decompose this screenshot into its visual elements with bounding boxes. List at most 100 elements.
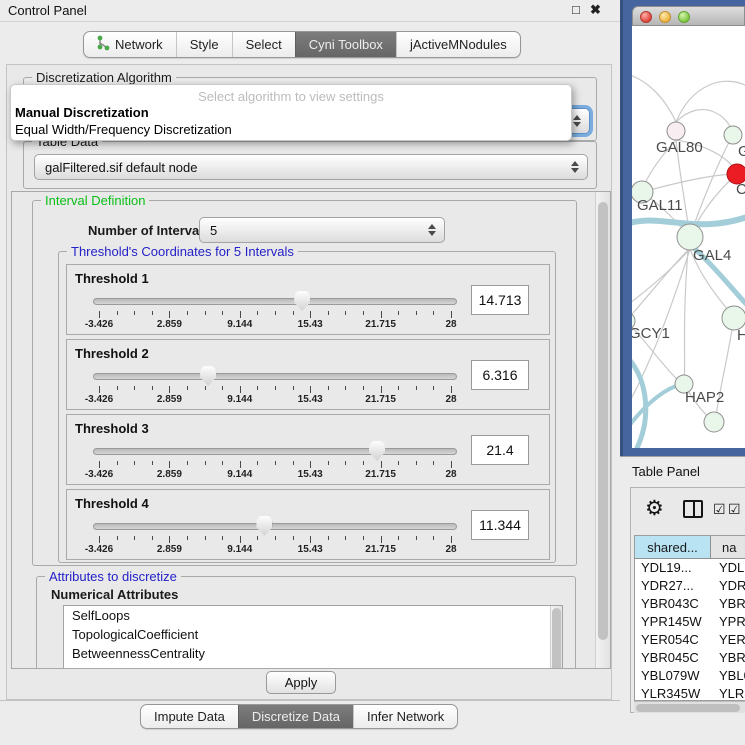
slider-tick [152,536,153,540]
tab-impute-data[interactable]: Impute Data [141,705,238,728]
cell-name: YPR1 [711,613,745,631]
network-node-label: HAP2 [685,389,724,406]
slider-tick [275,461,276,465]
threshold-panel: Threshold 2-3.4262.8599.14415.4321.71528… [66,339,550,410]
slider-tick [169,386,170,393]
column-header-shared-name[interactable]: shared... [635,536,711,559]
tab-network[interactable]: Network [84,32,176,57]
slider-tick [293,461,294,465]
slider-tick [134,536,135,540]
slider-tick [205,311,206,315]
network-edge [684,250,688,384]
slider-tick [433,311,434,315]
slider-tick [99,386,100,393]
threshold-slider-thumb[interactable] [200,366,216,386]
network-graph[interactable]: GAL80GACGAL11GAL4GCY1HHAP2 [632,26,745,448]
threshold-slider-thumb[interactable] [294,291,310,311]
threshold-slider-track[interactable] [93,298,457,305]
column-header-name[interactable]: na [711,536,745,559]
checked-checkbox-icon[interactable]: ☑ [728,501,741,518]
tab-jactivemnodules[interactable]: jActiveMNodules [396,32,520,57]
threshold-value-field[interactable]: 21.4 [471,435,529,465]
threshold-value-field[interactable]: 11.344 [471,510,529,540]
tab-discretize-data[interactable]: Discretize Data [238,705,353,728]
tab-select[interactable]: Select [232,32,295,57]
algorithm-option[interactable]: Manual Discretization [11,104,571,121]
table-row[interactable]: YBR045CYBR0 [635,649,745,667]
table-data-value: galFiltered.sif default node [45,160,197,175]
table-row[interactable]: YPR145WYPR1 [635,613,745,631]
slider-tick [275,311,276,315]
number-of-intervals-select[interactable]: 5 [199,217,445,243]
slider-tick [345,536,346,540]
threshold-slider-thumb[interactable] [256,516,272,536]
gear-icon[interactable]: ⚙ [645,496,664,521]
number-of-intervals-value: 5 [210,223,217,238]
slider-tick [398,386,399,390]
table-data-select[interactable]: galFiltered.sif default node [34,154,588,180]
table-row[interactable]: YBL079WYBL0 [635,667,745,685]
float-window-icon[interactable]: □ [572,2,580,17]
settings-scrollbar[interactable] [595,192,610,668]
threshold-slider-thumb[interactable] [369,441,385,461]
threshold-slider-track[interactable] [93,448,457,455]
network-canvas[interactable]: GAL80GACGAL11GAL4GCY1HHAP2 [632,26,745,448]
apply-button[interactable]: Apply [266,671,336,694]
network-node[interactable] [667,122,685,140]
table-row[interactable]: YDR27...YDR2 [635,577,745,595]
tab-cyni-toolbox[interactable]: Cyni Toolbox [295,32,396,57]
close-traffic-light-icon[interactable] [640,11,652,23]
threshold-slider-track[interactable] [93,373,457,380]
network-edge [632,386,676,430]
minimize-traffic-light-icon[interactable] [659,11,671,23]
network-node[interactable] [724,126,742,144]
network-edge [642,174,737,192]
cell-shared-name: YDL19... [635,559,711,577]
node-table[interactable]: shared... na YDL19...YDL1YDR27...YDR2YBR… [634,535,745,701]
attribute-list-item[interactable]: TopologicalCoefficient [64,625,562,644]
slider-tick-label: 28 [445,394,456,405]
attribute-list-item[interactable]: BetweennessCentrality [64,644,562,663]
table-row[interactable]: YDL19...YDL1 [635,559,745,577]
table-horizontal-scrollbar[interactable] [634,701,745,713]
network-node-label: GA [738,143,745,160]
slider-tick-label: -3.426 [85,394,113,405]
slider-tick [99,461,100,468]
threshold-value-field[interactable]: 14.713 [471,285,529,315]
tab-style[interactable]: Style [176,32,232,57]
table-panel-title: Table Panel [632,464,700,479]
close-window-icon[interactable]: ✖ [590,2,601,18]
algorithm-option[interactable]: Equal Width/Frequency Discretization [11,121,571,138]
slider-tick-label: 9.144 [227,469,252,480]
threshold-slider-track[interactable] [93,523,457,530]
slider-tick [398,536,399,540]
table-row[interactable]: YER054CYER0 [635,631,745,649]
slider-tick [328,386,329,390]
table-row[interactable]: YLR345WYLR3 [635,685,745,701]
tab-label: jActiveMNodules [410,37,507,52]
cell-name: YDR2 [711,577,745,595]
checked-checkbox-icon[interactable]: ☑ [713,501,726,518]
threshold-label: Threshold 2 [75,346,149,361]
cell-name: YLR3 [711,685,745,701]
threshold-value-field[interactable]: 6.316 [471,360,529,390]
attributes-scrollbar[interactable] [550,606,562,669]
slider-tick [328,461,329,465]
numerical-attributes-list[interactable]: SelfLoopsTopologicalCoefficientBetweenne… [63,605,563,669]
zoom-traffic-light-icon[interactable] [678,11,690,23]
cell-name: YBR0 [711,649,745,667]
thresholds-group-title: Threshold's Coordinates for 5 Intervals [67,244,298,259]
split-columns-icon[interactable] [683,500,703,518]
cell-shared-name: YDR27... [635,577,711,595]
slider-tick [117,386,118,390]
threshold-panel: Threshold 3-3.4262.8599.14415.4321.71528… [66,414,550,485]
table-row[interactable]: YBR043CYBR0 [635,595,745,613]
slider-tick-label: 15.43 [298,319,323,330]
attributes-group-title: Attributes to discretize [45,569,181,584]
network-node[interactable] [704,412,724,432]
network-window-titlebar[interactable] [632,6,745,26]
tab-infer-network[interactable]: Infer Network [353,705,457,728]
slider-tick [345,461,346,465]
attribute-list-item[interactable]: SelfLoops [64,606,562,625]
bottom-divider [0,700,620,701]
